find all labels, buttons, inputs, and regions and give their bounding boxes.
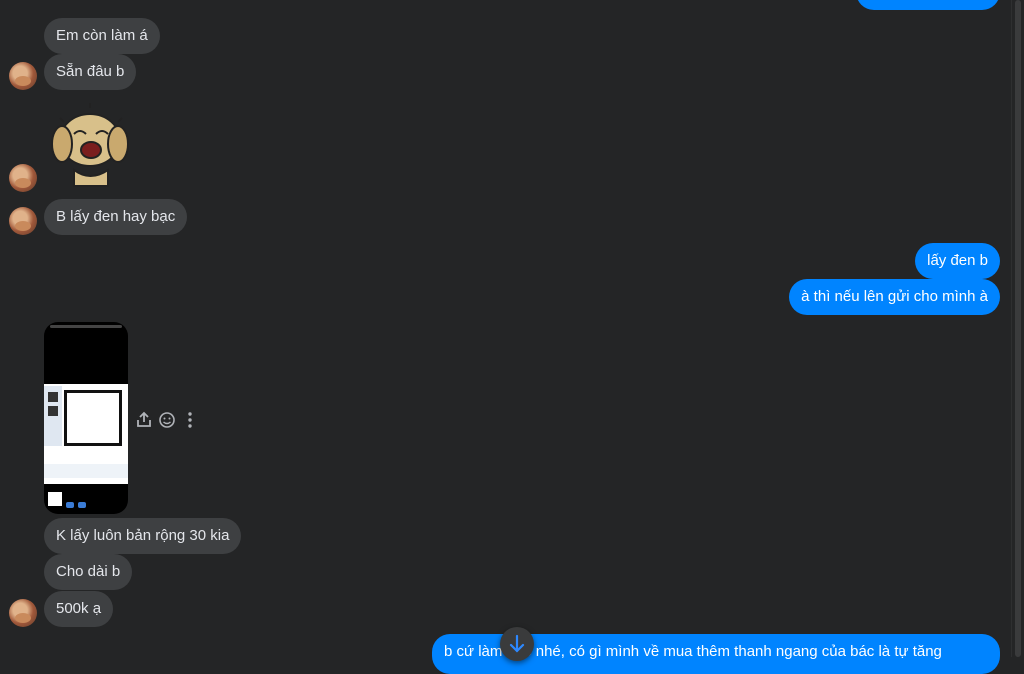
incoming-message[interactable]: Sẵn đâu b [44,54,137,90]
screenshot-photo[interactable] [44,322,128,514]
more-icon[interactable] [180,410,200,430]
crying-dog-sticker[interactable] [44,100,134,190]
share-icon[interactable] [134,410,154,430]
outgoing-message[interactable]: à thì nếu lên gửi cho mình à [789,279,1000,315]
scroll-to-bottom-button[interactable] [500,627,534,661]
photo-content [44,384,128,484]
scrollbar-thumb[interactable] [1015,0,1021,657]
outgoing-message[interactable]: lấy đen b [915,243,1000,279]
incoming-message[interactable]: 500k ạ [44,591,114,627]
incoming-message[interactable]: Em còn làm á [44,18,160,54]
scrollbar[interactable] [1011,0,1024,657]
avatar[interactable] [9,599,37,627]
avatar[interactable] [9,207,37,235]
smiley-icon[interactable] [157,410,177,430]
incoming-message[interactable]: Cho dài b [44,554,133,590]
incoming-message[interactable]: K lấy luôn bản rộng 30 kia [44,518,242,554]
incoming-message[interactable]: B lấy đen hay bạc [44,199,188,235]
avatar[interactable] [9,164,37,192]
avatar[interactable] [9,62,37,90]
outgoing-bubble-partial [856,0,1000,10]
arrow-down-icon [509,634,525,653]
